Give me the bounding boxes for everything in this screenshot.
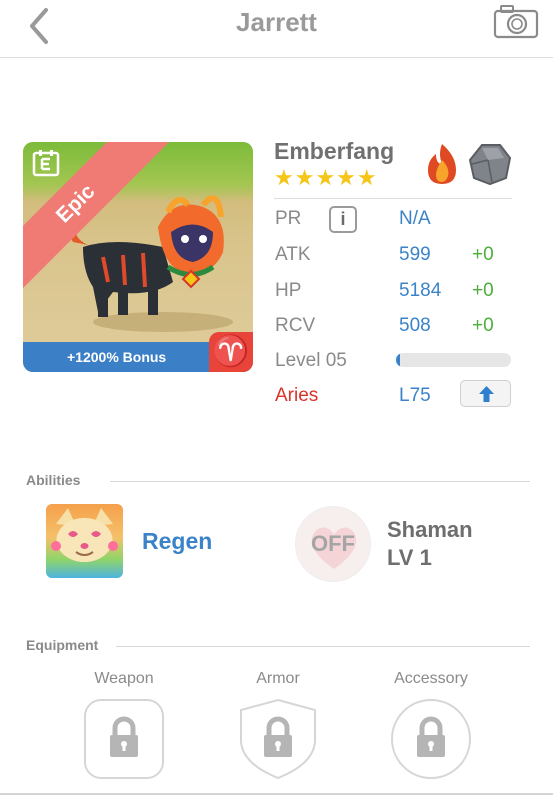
skill-toggle-state: OFF [311,531,355,556]
stats-divider [274,198,512,199]
hp-value: 5184 [399,280,442,301]
sign-label: Aries [275,385,319,406]
monster-card[interactable]: Epic +1200% Bonus ♈ [23,142,253,372]
weapon-slot-label: Weapon [94,670,154,687]
hp-bonus: +0 [472,280,494,301]
accessory-slot[interactable] [390,698,472,780]
page-title: Jarrett [236,7,317,37]
star-rating: ★★★★★ [274,165,378,190]
level-label: Level 05 [275,350,347,371]
evolution-icon [32,150,60,177]
abilities-divider [110,481,530,482]
sign-level-value: L75 [399,385,431,406]
equipment-title: Equipment [26,637,99,653]
info-icon[interactable]: i [329,206,357,233]
aries-sign-icon: ♈ [209,332,253,372]
cat-face-icon [51,508,118,562]
arrow-up-icon [479,386,494,402]
top-bar: Jarrett [0,0,553,58]
rcv-value: 508 [399,315,431,336]
skill-name: Shaman LV 1 [387,516,473,572]
weapon-slot[interactable] [83,698,165,780]
ability-name: Regen [142,528,213,554]
regen-ability-icon[interactable] [46,504,123,578]
bottom-divider [0,793,553,795]
skill-toggle[interactable]: OFF [295,506,371,582]
atk-label: ATK [275,244,311,265]
pr-value: N/A [399,208,431,229]
pr-label: PR [275,208,302,229]
upgrade-button[interactable] [460,380,511,407]
atk-bonus: +0 [472,244,494,265]
rock-element-icon [468,144,512,186]
level-progress-bar [396,353,511,367]
monster-name: Emberfang [274,138,395,164]
armor-slot-label: Armor [256,670,300,687]
camera-icon[interactable] [493,4,539,40]
skill-name-line1: Shaman [387,517,473,542]
level-progress-fill [396,353,400,367]
equipment-divider [116,646,530,647]
atk-value: 599 [399,244,431,265]
skill-level: LV 1 [387,545,432,570]
accessory-slot-label: Accessory [394,670,468,687]
rcv-bonus: +0 [472,315,494,336]
rcv-label: RCV [275,315,316,336]
fire-element-icon [428,144,456,184]
hp-label: HP [275,280,302,301]
abilities-title: Abilities [26,472,81,488]
armor-slot[interactable] [237,698,319,780]
